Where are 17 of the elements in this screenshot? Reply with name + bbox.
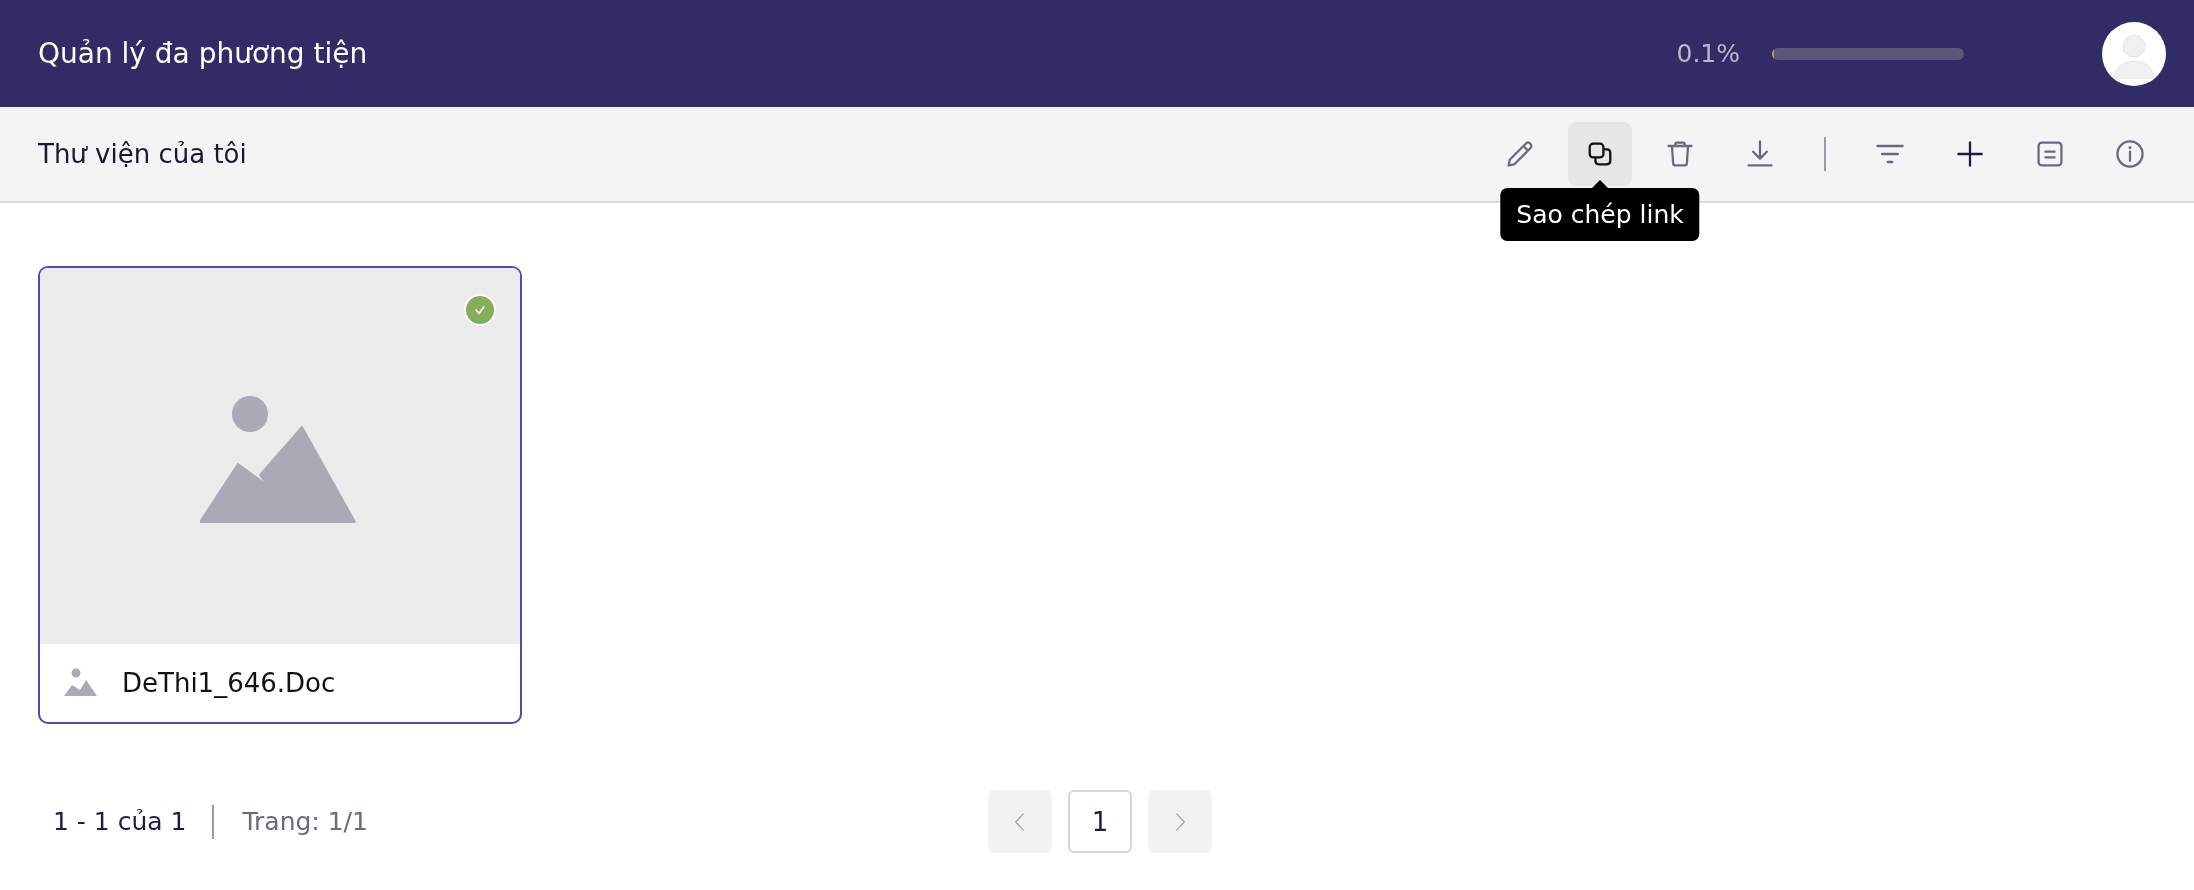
download-icon <box>1744 138 1776 170</box>
tooltip-arrow <box>1592 180 1608 188</box>
copy-button[interactable] <box>1568 122 1632 186</box>
file-card[interactable]: DeThi1_646.Doc <box>38 266 522 724</box>
storage-percentage: 0.1% <box>1676 39 1740 68</box>
file-name: DeThi1_646.Doc <box>122 668 336 698</box>
page-info: Trang: 1/1 <box>242 807 368 836</box>
note-icon <box>2034 138 2066 170</box>
image-icon <box>64 668 98 698</box>
info-icon <box>2114 138 2146 170</box>
plus-icon <box>1954 138 1986 170</box>
item-range: 1 - 1 của 1 <box>53 807 187 836</box>
library-title: Thư viện của tôi <box>38 139 247 169</box>
page-number-button[interactable]: 1 <box>1068 790 1132 853</box>
selected-check-icon <box>464 294 496 326</box>
app-title: Quản lý đa phương tiện <box>38 37 368 70</box>
tooltip: Sao chép link <box>1500 188 1700 241</box>
